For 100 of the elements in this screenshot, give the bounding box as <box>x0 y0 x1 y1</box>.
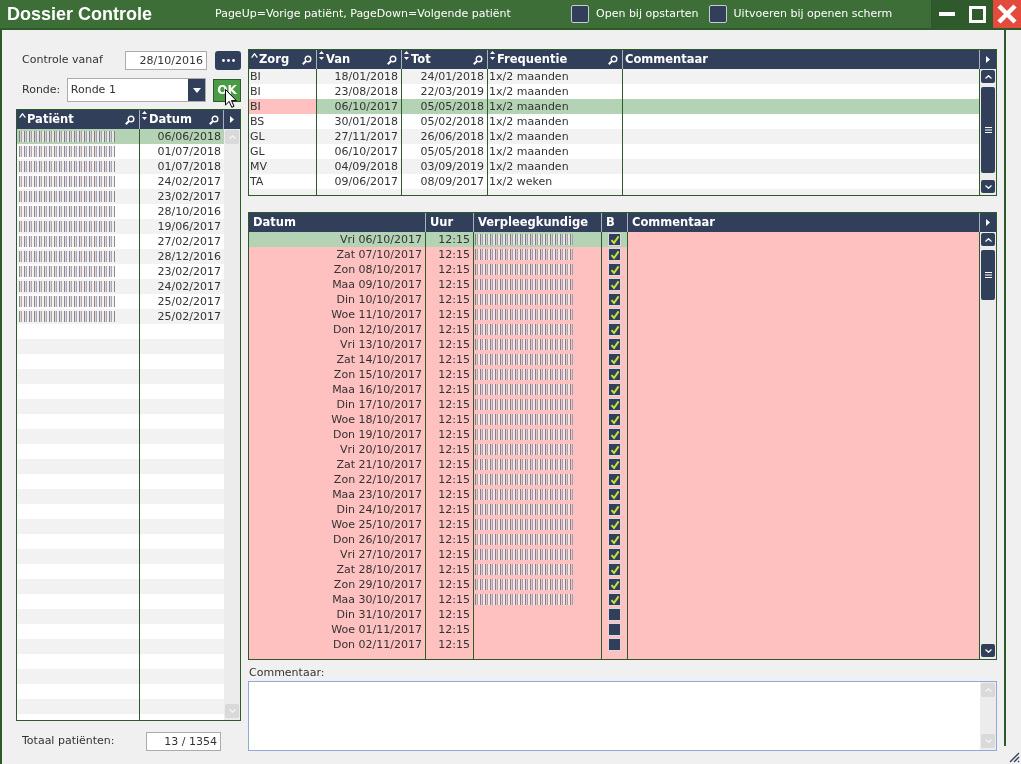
close-icon <box>997 4 1017 24</box>
checkbox[interactable] <box>608 413 621 426</box>
chevron-up-icon <box>984 237 992 242</box>
column-header[interactable]: Frequentie <box>488 50 623 69</box>
minimize-icon <box>938 12 955 16</box>
table-cell: 06/10/2017 <box>317 99 401 114</box>
checkbox[interactable] <box>608 503 621 516</box>
check-icon <box>609 564 620 575</box>
check-icon <box>609 309 620 320</box>
table-cell: 06/06/2018 <box>140 129 224 144</box>
checkbox-label: Open bij opstarten <box>596 5 699 22</box>
check-icon <box>609 234 620 245</box>
checkbox[interactable] <box>608 338 621 351</box>
check-icon <box>609 414 620 425</box>
checkbox[interactable] <box>608 443 621 456</box>
column-header[interactable]: Datum <box>140 110 224 129</box>
check-icon <box>609 489 620 500</box>
scroll-down-button[interactable] <box>981 180 995 193</box>
column-header[interactable]: Verpleegkundige <box>474 213 602 232</box>
check-icon <box>609 459 620 470</box>
window-title: Dossier Controle <box>6 2 154 26</box>
checkbox[interactable] <box>608 593 621 606</box>
chevron-down-icon <box>984 184 992 189</box>
check-icon <box>609 534 620 545</box>
scrollbar-thumb[interactable] <box>981 250 995 300</box>
scrollbar-thumb[interactable] <box>981 87 995 173</box>
check-icon <box>609 279 620 290</box>
checkbox[interactable] <box>608 248 621 261</box>
column-header[interactable]: Patiënt <box>17 110 140 129</box>
checkbox[interactable] <box>608 638 621 651</box>
column-header[interactable]: Zorg <box>249 50 317 69</box>
checkbox[interactable] <box>608 263 621 276</box>
scroll-up-button[interactable] <box>981 233 995 246</box>
check-icon <box>609 294 620 305</box>
round-dropdown[interactable]: Ronde 1 <box>66 78 207 102</box>
table-cell: Vri 06/10/2017 <box>249 232 425 247</box>
total-field: 13 / 1354 <box>146 732 221 751</box>
column-header[interactable]: Tot <box>402 50 488 69</box>
checkbox[interactable] <box>608 473 621 486</box>
table-cell: BI <box>249 99 316 114</box>
checkbox[interactable] <box>608 233 621 246</box>
resize-grip-icon <box>1008 751 1020 763</box>
checkbox[interactable] <box>608 278 621 291</box>
check-icon <box>609 264 620 275</box>
close-button[interactable] <box>993 0 1021 28</box>
column-menu-button[interactable] <box>980 213 996 232</box>
check-icon <box>609 339 620 350</box>
check-icon <box>609 504 620 515</box>
column-header[interactable]: B <box>602 213 628 232</box>
checkbox[interactable] <box>608 308 621 321</box>
scroll-up-button[interactable] <box>981 70 995 83</box>
column-header[interactable]: Commentaar <box>628 213 980 232</box>
field-label: Ronde: <box>22 81 62 98</box>
checkbox[interactable] <box>608 458 621 471</box>
checkbox[interactable] <box>571 5 589 23</box>
column-header[interactable]: Uur <box>426 213 474 232</box>
checkbox[interactable] <box>608 323 621 336</box>
column-header[interactable]: Van <box>317 50 402 69</box>
minimize-button[interactable] <box>931 0 962 28</box>
scroll-down-button[interactable] <box>981 644 995 657</box>
grip-lines-icon <box>984 127 992 133</box>
checkbox[interactable] <box>608 398 621 411</box>
checkbox[interactable] <box>608 608 621 621</box>
grip-lines-icon <box>984 272 992 278</box>
date-field[interactable]: 28/10/2016 <box>125 51 207 70</box>
chevron-up-icon <box>984 74 992 79</box>
maximize-button[interactable] <box>962 0 993 28</box>
check-icon <box>609 594 620 605</box>
checkbox[interactable] <box>608 563 621 576</box>
check-icon <box>609 549 620 560</box>
check-icon <box>609 399 620 410</box>
check-icon <box>609 444 620 455</box>
field-label: Totaal patiënten: <box>22 733 116 750</box>
column-header[interactable]: Commentaar <box>623 50 980 69</box>
checkbox[interactable] <box>608 578 621 591</box>
checkbox[interactable] <box>608 368 621 381</box>
checkbox[interactable] <box>608 548 621 561</box>
triangle-right-icon <box>986 56 990 63</box>
column-menu-button[interactable] <box>224 110 240 129</box>
check-icon <box>609 519 620 530</box>
triangle-right-icon <box>230 116 234 123</box>
checkbox[interactable] <box>708 5 727 23</box>
checkbox[interactable] <box>608 488 621 501</box>
checkbox[interactable] <box>608 353 621 366</box>
column-header[interactable]: Datum <box>249 213 426 232</box>
column-menu-button[interactable] <box>980 50 996 69</box>
check-icon <box>609 384 620 395</box>
maximize-icon <box>969 5 986 23</box>
triangle-right-icon <box>986 219 990 226</box>
checkbox[interactable] <box>608 293 621 306</box>
checkbox[interactable] <box>608 383 621 396</box>
checkbox[interactable] <box>608 533 621 546</box>
checkbox[interactable] <box>608 518 621 531</box>
check-icon <box>609 429 620 440</box>
checkbox[interactable] <box>608 428 621 441</box>
more-button[interactable] <box>215 51 241 70</box>
dots-icon <box>221 59 235 62</box>
table-cell: 12:15 <box>426 232 473 247</box>
checkbox[interactable] <box>608 623 621 636</box>
check-icon <box>609 324 620 335</box>
